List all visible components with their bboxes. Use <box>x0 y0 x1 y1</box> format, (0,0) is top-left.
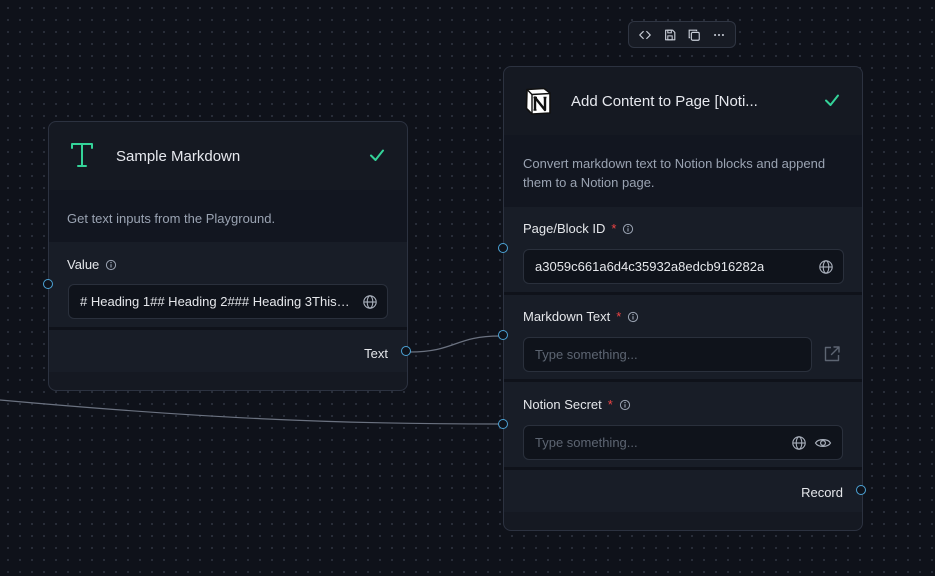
info-icon[interactable] <box>105 259 117 271</box>
check-icon <box>368 146 386 164</box>
external-link-icon[interactable] <box>822 344 842 364</box>
description-text: Convert markdown text to Notion blocks a… <box>523 156 826 190</box>
text-output-row: Text <box>49 330 407 372</box>
info-icon[interactable] <box>619 399 631 411</box>
field-label-text: Page/Block ID <box>523 221 606 236</box>
check-icon <box>823 91 841 109</box>
value-field-section: Value # Heading 1## Heading 2### Heading… <box>49 242 407 327</box>
node-header: Add Content to Page [Noti... <box>504 67 862 135</box>
markdown-text-input[interactable]: Type something... <box>523 337 812 372</box>
field-label-text: Notion Secret <box>523 397 602 412</box>
input-handle-notion-secret[interactable] <box>498 419 508 429</box>
record-output-row: Record <box>504 470 862 512</box>
page-block-id-value: a3059c661a6d4c35932a8edcb916282a <box>535 259 765 274</box>
value-text: # Heading 1## Heading 2### Heading 3This… <box>80 294 353 309</box>
page-block-id-input[interactable]: a3059c661a6d4c35932a8edcb916282a <box>523 249 844 284</box>
eye-icon[interactable] <box>814 434 832 452</box>
value-input[interactable]: # Heading 1## Heading 2### Heading 3This… <box>68 284 388 319</box>
output-handle-text[interactable] <box>401 346 411 356</box>
input-handle-page-block-id[interactable] <box>498 243 508 253</box>
output-label: Text <box>364 346 388 361</box>
markdown-text-placeholder: Type something... <box>535 347 638 362</box>
code-icon <box>639 30 652 39</box>
code-button[interactable] <box>634 24 656 46</box>
save-button[interactable] <box>659 24 681 46</box>
edge-text-to-markdown <box>409 335 501 353</box>
required-marker: * <box>607 397 613 412</box>
duplicate-icon <box>688 29 701 41</box>
node-toolbar <box>628 21 736 48</box>
text-t-icon <box>69 141 95 169</box>
markdown-text-section: Markdown Text * Type something... <box>504 295 862 379</box>
input-handle-markdown-text[interactable] <box>498 330 508 340</box>
more-button[interactable] <box>708 24 730 46</box>
notion-secret-label: Notion Secret * <box>523 397 631 412</box>
node-description: Convert markdown text to Notion blocks a… <box>504 135 862 207</box>
output-label: Record <box>801 485 843 500</box>
notion-secret-section: Notion Secret * Type something... <box>504 382 862 467</box>
page-block-id-section: Page/Block ID * a3059c661a6d4c35932a8edc… <box>504 207 862 292</box>
required-marker: * <box>611 221 617 236</box>
notion-logo-icon <box>523 86 553 116</box>
duplicate-button[interactable] <box>683 24 705 46</box>
edge-offscreen-to-secret <box>0 399 501 425</box>
description-text: Get text inputs from the Playground. <box>67 211 276 226</box>
info-icon[interactable] <box>622 223 634 235</box>
sample-markdown-node[interactable]: Sample Markdown Get text inputs from the… <box>48 121 408 391</box>
notion-secret-placeholder: Type something... <box>535 435 638 450</box>
field-label-text: Markdown Text <box>523 309 611 324</box>
page-block-id-label: Page/Block ID * <box>523 221 634 236</box>
required-marker: * <box>616 309 622 324</box>
node-title: Add Content to Page [Noti... <box>571 93 758 110</box>
node-header: Sample Markdown <box>49 122 407 190</box>
globe-icon[interactable] <box>362 294 378 310</box>
input-handle-value[interactable] <box>43 279 53 289</box>
notion-add-content-node[interactable]: Add Content to Page [Noti... Convert mar… <box>503 66 863 531</box>
markdown-text-label: Markdown Text * <box>523 309 639 324</box>
field-label-text: Value <box>67 257 100 272</box>
output-handle-record[interactable] <box>856 485 866 495</box>
more-icon <box>713 33 724 36</box>
node-title: Sample Markdown <box>116 148 241 165</box>
save-icon <box>664 29 676 40</box>
node-description: Get text inputs from the Playground. <box>49 190 407 242</box>
value-label: Value <box>67 257 117 272</box>
globe-icon[interactable] <box>818 259 834 275</box>
notion-secret-input[interactable]: Type something... <box>523 425 843 460</box>
globe-icon[interactable] <box>791 435 807 451</box>
info-icon[interactable] <box>627 311 639 323</box>
